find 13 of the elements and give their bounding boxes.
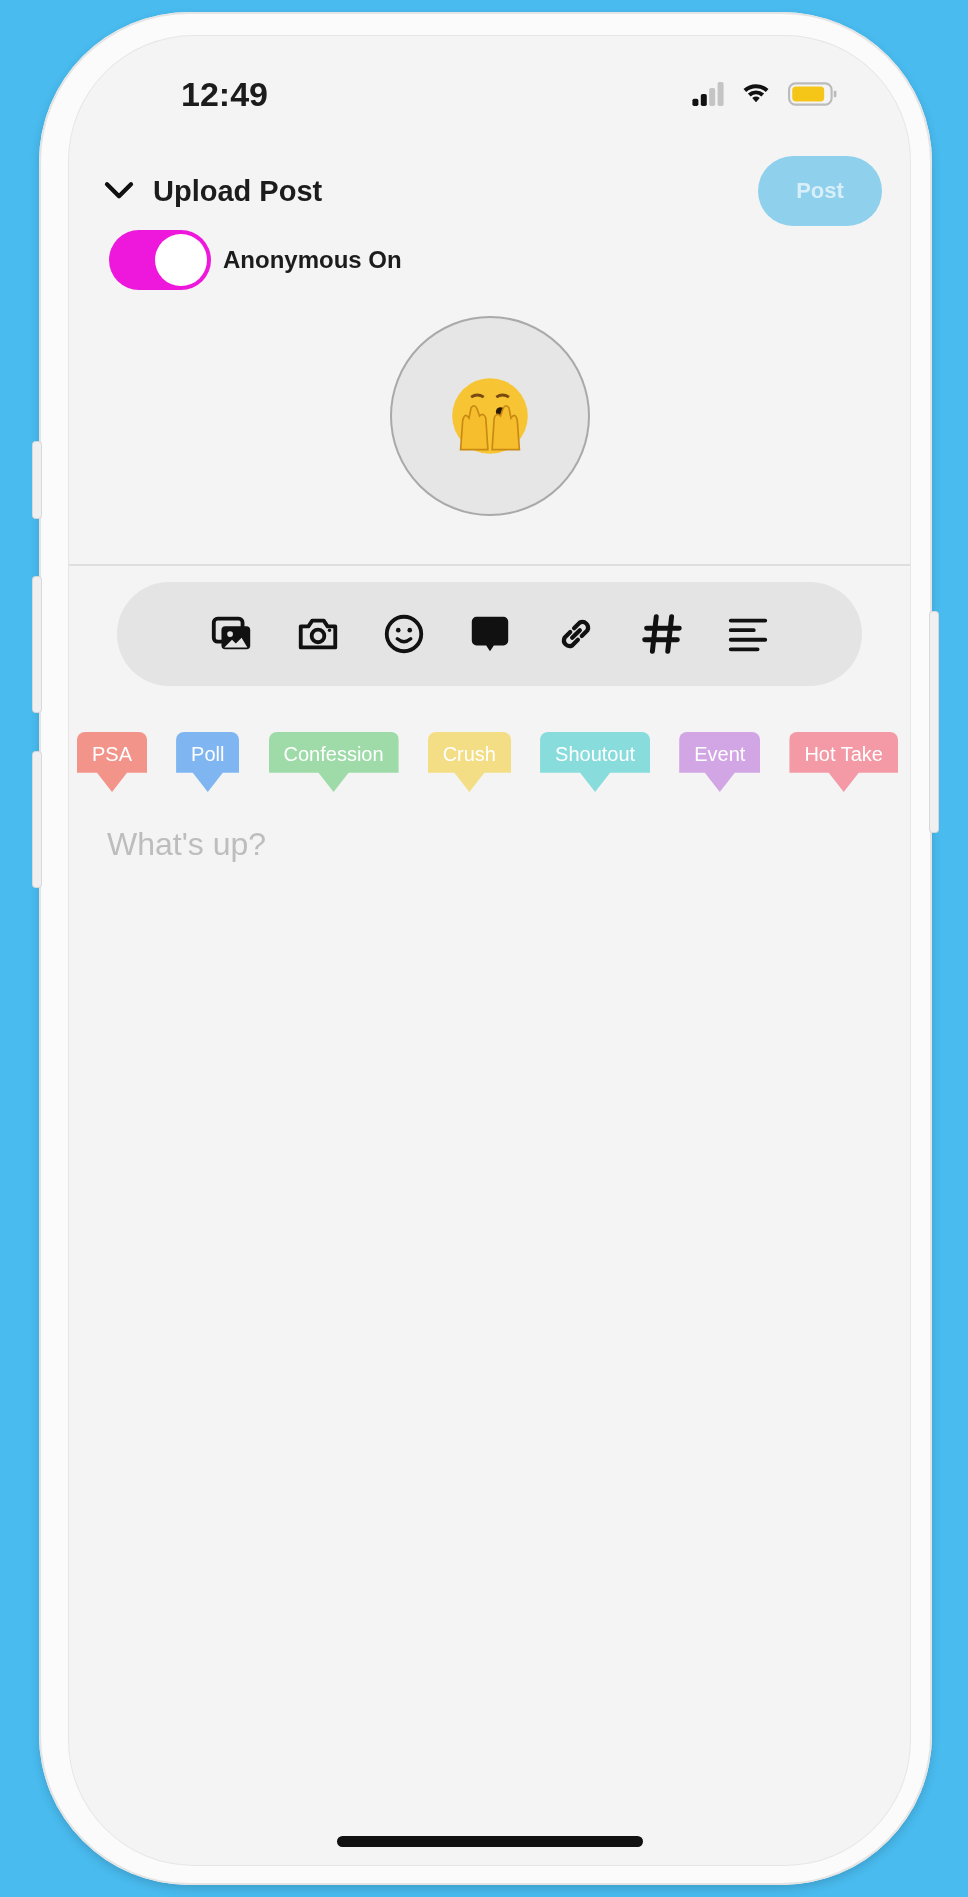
category-tag[interactable]: Event — [679, 732, 761, 792]
page-title: Upload Post — [153, 174, 323, 208]
category-tag[interactable]: Poll — [176, 732, 240, 792]
category-tag[interactable]: Crush — [427, 732, 511, 792]
battery-icon — [788, 82, 838, 106]
anonymous-label: Anonymous On — [223, 246, 402, 274]
status-time: 12:49 — [181, 74, 268, 114]
category-tag[interactable]: Shoutout — [540, 732, 651, 792]
category-tag[interactable]: PSA — [77, 732, 148, 792]
signal-icon — [692, 82, 724, 106]
category-tag[interactable]: Hot Take — [789, 732, 898, 792]
category-tag[interactable]: Confession — [268, 732, 399, 792]
anonymous-toggle[interactable] — [109, 230, 211, 290]
